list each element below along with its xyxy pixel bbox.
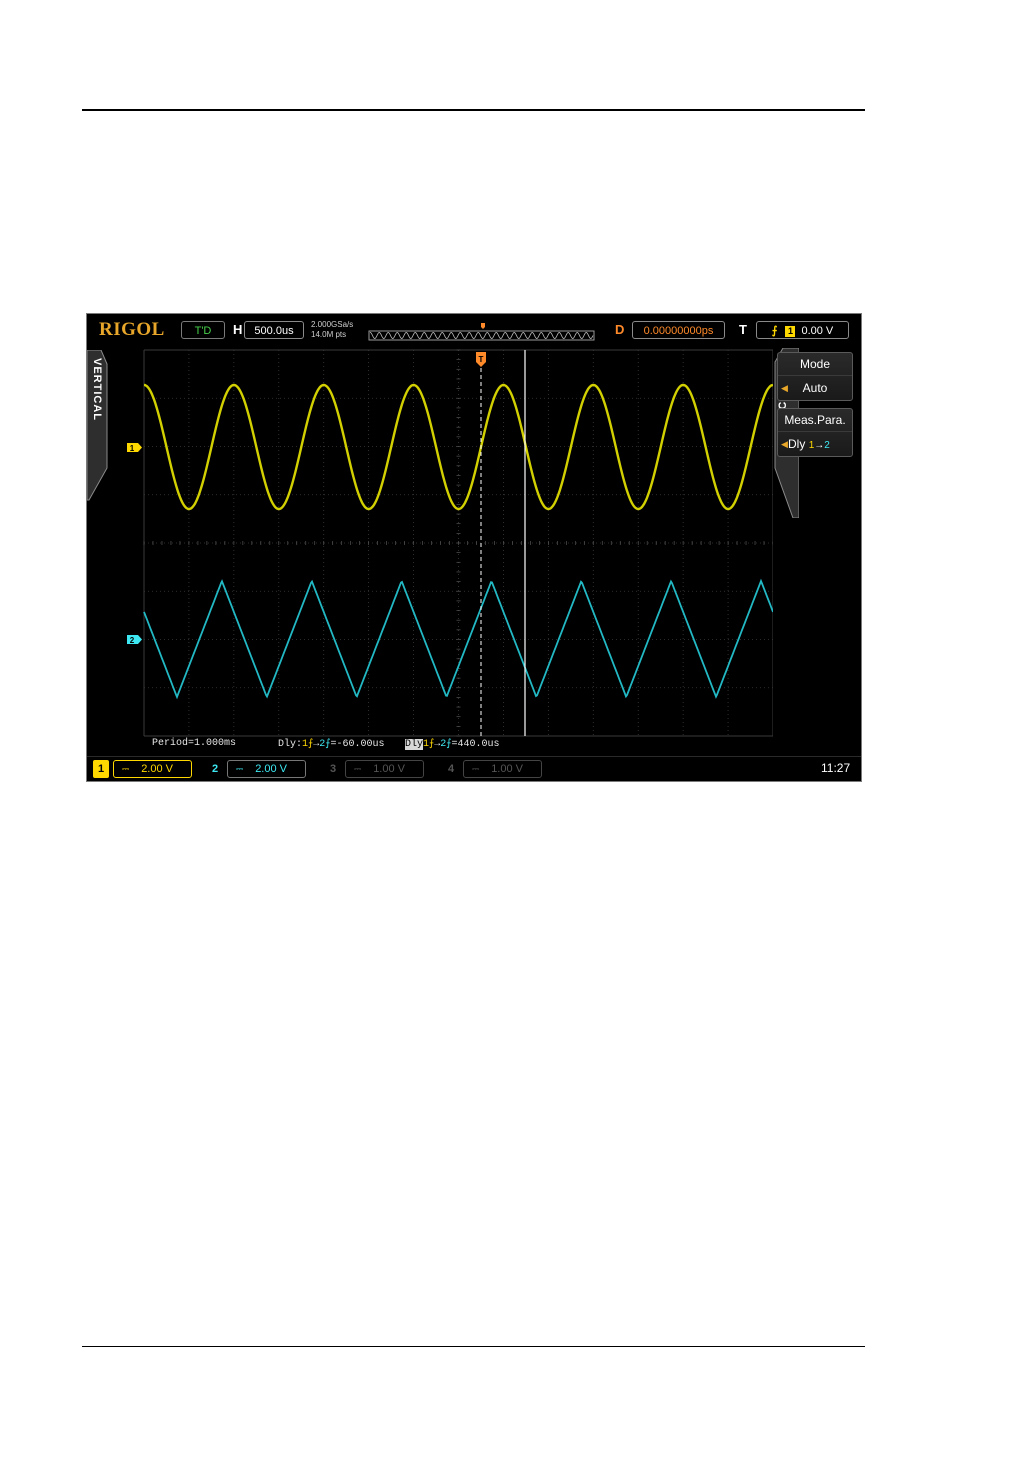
ch1-scale: 2.00 V bbox=[141, 763, 173, 775]
channel-3-button[interactable]: 3 ⎓ 1.00 V bbox=[325, 760, 424, 778]
mode-title: Mode bbox=[778, 353, 852, 376]
dly2-edge1: 1⨍ bbox=[423, 739, 435, 750]
mode-value-row: ◀ Auto bbox=[778, 376, 852, 400]
channel-bar: 1 ⎓ 2.00 V 2 ⎓ 2.00 V 3 ⎓ 1.00 V 4 ⎓ 1.00 V 11:2… bbox=[87, 756, 861, 781]
dc-coupling-icon: ⎓ bbox=[354, 764, 362, 774]
vertical-tab-label: VERTICAL bbox=[91, 358, 103, 421]
ch4-scale: 1.00 V bbox=[491, 763, 523, 775]
cursor-menu-panel: CURSOR Mode ◀Auto Meas.Para. ◀Dly 1→2 bbox=[773, 348, 861, 750]
dc-coupling-icon: ⎓ bbox=[472, 764, 480, 774]
ch2-scale-box: ⎓ 2.00 V bbox=[227, 760, 306, 778]
menu-select-icon: ◀ bbox=[781, 383, 788, 393]
meas-para-prefix: Dly bbox=[788, 437, 806, 451]
trigger-marker-label: T bbox=[479, 355, 484, 364]
delay-selected-measurement: Dly1⨍→2⨍=440.0us bbox=[405, 738, 499, 750]
ch1-marker-label: 1 bbox=[130, 444, 135, 453]
ch3-number: 3 bbox=[329, 763, 337, 775]
ch2-marker-label: 2 bbox=[130, 636, 135, 645]
dly2-value: =440.0us bbox=[451, 739, 500, 750]
mode-value: Auto bbox=[802, 381, 828, 395]
dly1-edge2: 2⨍ bbox=[319, 739, 331, 750]
meas-para-arrow: → bbox=[814, 440, 825, 451]
menu-select-icon: ◀ bbox=[781, 439, 788, 449]
oscilloscope-screen: RIGOL T'D H 500.0us 2.000GSa/s 14.0M pts… bbox=[86, 313, 862, 782]
ch2-number: 2 bbox=[211, 763, 219, 775]
dly2-edge2: 2⨍ bbox=[440, 739, 452, 750]
mode-softkey[interactable]: Mode ◀ Auto bbox=[777, 352, 853, 401]
channel-1-button[interactable]: 1 ⎓ 2.00 V bbox=[93, 760, 192, 778]
dly1-label: Dly: bbox=[278, 739, 303, 750]
channel-2-button[interactable]: 2 ⎓ 2.00 V bbox=[207, 760, 306, 778]
ch1-number: 1 bbox=[93, 760, 109, 778]
ch3-scale: 1.00 V bbox=[373, 763, 405, 775]
meas-para-value-row: ◀ Dly 1→2 bbox=[778, 432, 852, 456]
ch3-scale-box: ⎓ 1.00 V bbox=[345, 760, 424, 778]
channel-2-ground-marker[interactable]: 2 bbox=[127, 635, 142, 645]
trigger-position-marker[interactable]: T bbox=[476, 352, 486, 367]
dc-coupling-icon: ⎓ bbox=[122, 764, 130, 774]
ch2-scale: 2.00 V bbox=[255, 763, 287, 775]
channel-1-ground-marker[interactable]: 1 bbox=[127, 443, 142, 453]
ch4-number: 4 bbox=[447, 763, 455, 775]
delay-rising-measurement: Dly:1⨍→2⨍=-60.00us bbox=[278, 738, 384, 750]
graticule bbox=[143, 349, 774, 737]
dly1-edge1: 1⨍ bbox=[302, 739, 314, 750]
dly1-value: =-60.00us bbox=[330, 739, 385, 750]
ch4-scale-box: ⎓ 1.00 V bbox=[463, 760, 542, 778]
dc-coupling-icon: ⎓ bbox=[236, 764, 244, 774]
ch1-scale-box: ⎓ 2.00 V bbox=[113, 760, 192, 778]
dly2-label: Dly bbox=[405, 739, 424, 750]
meas-para-softkey[interactable]: Meas.Para. ◀ Dly 1→2 bbox=[777, 408, 853, 457]
period-measurement: Period=1.000ms bbox=[152, 738, 237, 749]
bottom-rule bbox=[82, 1346, 865, 1347]
meas-para-title: Meas.Para. bbox=[778, 409, 852, 432]
meas-para-to: 2 bbox=[824, 440, 830, 451]
clock: 11:27 bbox=[821, 761, 851, 775]
waveform-display: T 1 2 bbox=[127, 349, 774, 737]
top-rule bbox=[82, 109, 865, 111]
channel-4-button[interactable]: 4 ⎓ 1.00 V bbox=[443, 760, 542, 778]
